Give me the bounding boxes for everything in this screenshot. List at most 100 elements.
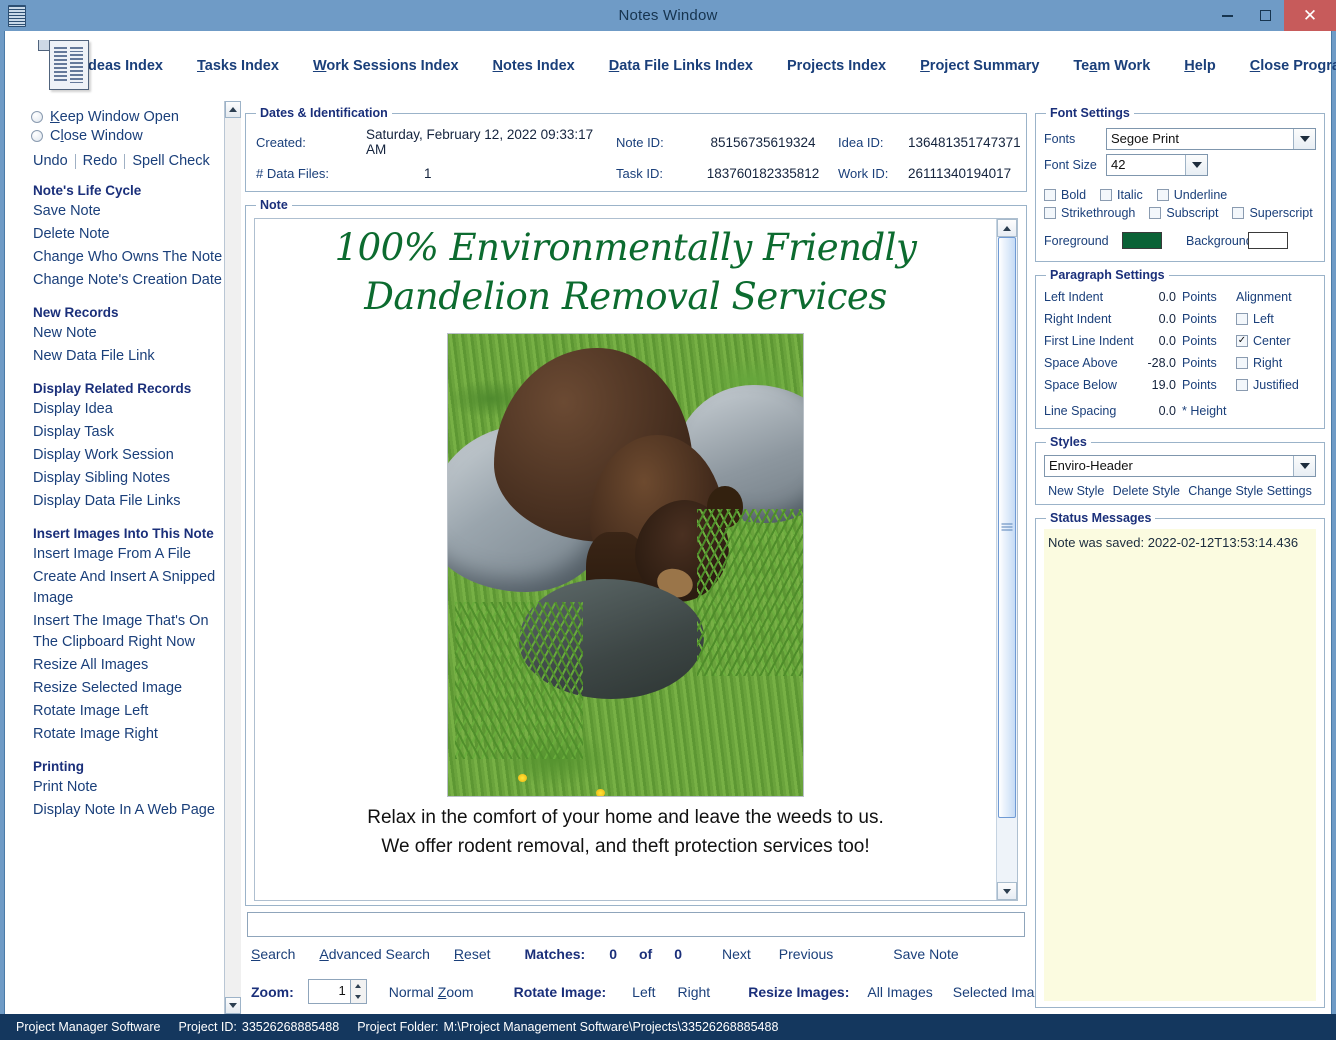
scroll-up-icon[interactable] (225, 101, 241, 118)
background-color-swatch[interactable] (1248, 232, 1288, 249)
zoom-value[interactable]: 1 (307, 979, 351, 1004)
sidebar-item-insert-image-from-file[interactable]: Insert Image From A File (33, 544, 229, 565)
new-style-button[interactable]: New Style (1048, 484, 1104, 498)
checkbox-align-left[interactable]: Left (1236, 308, 1316, 330)
sidebar-item-print-note[interactable]: Print Note (33, 777, 229, 798)
styles-combobox[interactable]: Enviro-Header (1044, 455, 1316, 477)
row-value: -28.0 (1147, 356, 1177, 370)
sidebar-item-resize-selected-image[interactable]: Resize Selected Image (33, 678, 229, 699)
note-scrollbar[interactable] (996, 219, 1017, 900)
scroll-up-icon[interactable] (997, 219, 1017, 237)
zoom-spinner-up-icon[interactable] (351, 980, 366, 992)
scrollbar-track[interactable] (997, 237, 1017, 882)
menu-help[interactable]: Help (1184, 58, 1215, 74)
sidebar-item-insert-clipboard-image[interactable]: Insert The Image That's On The Clipboard… (33, 611, 229, 653)
sidebar-item-delete-note[interactable]: Delete Note (33, 224, 229, 245)
checkbox-subscript[interactable]: Subscript (1149, 206, 1218, 220)
data-files-value: 1 (424, 166, 432, 181)
sidebar-item-save-note[interactable]: Save Note (33, 201, 229, 222)
menu-projects-index[interactable]: Projects Index (787, 58, 886, 74)
panel-legend: Styles (1050, 435, 1087, 449)
resize-all-images-button[interactable]: All Images (867, 984, 932, 1000)
delete-style-button[interactable]: Delete Style (1113, 484, 1180, 498)
menu-project-summary[interactable]: Project Summary (920, 58, 1039, 74)
checkbox-italic[interactable]: Italic (1100, 188, 1143, 202)
sidebar-item-resize-all-images[interactable]: Resize All Images (33, 655, 229, 676)
redo-link[interactable]: Redo (76, 153, 125, 169)
sidebar-item-display-work-session[interactable]: Display Work Session (33, 445, 229, 466)
chevron-down-icon[interactable] (1293, 456, 1315, 476)
font-size-combobox[interactable]: 42 (1106, 154, 1208, 176)
menu-tasks-index[interactable]: Tasks Index (197, 58, 279, 74)
sidebar-item-new-data-file-link[interactable]: New Data File Link (33, 346, 229, 367)
reset-button[interactable]: Reset (454, 946, 491, 962)
sidebar-item-display-data-file-links[interactable]: Display Data File Links (33, 491, 229, 512)
sidebar-item-rotate-image-right[interactable]: Rotate Image Right (33, 724, 229, 745)
radio-close-window[interactable]: Close Window (31, 128, 241, 144)
radio-keep-window-open[interactable]: Keep Window Open (31, 109, 241, 125)
scroll-down-icon[interactable] (225, 997, 241, 1014)
next-button[interactable]: Next (722, 946, 751, 962)
checkbox-align-right[interactable]: Right (1236, 352, 1316, 374)
rotate-right-button[interactable]: Right (678, 984, 711, 1000)
row-unit: * Height (1182, 404, 1227, 418)
note-image-bear-photo[interactable] (447, 332, 804, 797)
checkbox-underline[interactable]: Underline (1156, 188, 1227, 202)
of-label: of (638, 946, 653, 962)
menu-bar: IIdeas Indexdeas Index Tasks Index Work … (5, 31, 1336, 101)
sidebar-item-display-note-web-page[interactable]: Display Note In A Web Page (33, 800, 229, 821)
sidebar-item-insert-snipped-image[interactable]: Create And Insert A Snipped Image (33, 567, 229, 609)
note-content[interactable]: 100% Environmentally Friendly Dandelion … (255, 219, 996, 900)
row-label: First Line Indent (1044, 334, 1134, 348)
foreground-color-swatch[interactable] (1122, 232, 1162, 249)
menu-ideas-index[interactable]: IIdeas Indexdeas Index (84, 58, 163, 74)
row-unit: Points (1182, 312, 1217, 326)
checkbox-align-justified[interactable]: Justified (1236, 374, 1316, 396)
note-editor[interactable]: 100% Environmentally Friendly Dandelion … (254, 218, 1018, 901)
sidebar-item-change-owner[interactable]: Change Who Owns The Note (33, 247, 229, 268)
undo-link[interactable]: Undo (33, 153, 75, 169)
advanced-search-button[interactable]: Advanced Search (319, 946, 430, 962)
panel-legend: Font Settings (1050, 106, 1130, 120)
sidebar-item-display-sibling-notes[interactable]: Display Sibling Notes (33, 468, 229, 489)
matches-label: Matches: (524, 946, 586, 962)
font-style-row-2: Strikethrough Subscript Superscript (1044, 206, 1316, 220)
zoom-stepper[interactable]: 1 (307, 979, 367, 1004)
menu-team-work[interactable]: Team Work (1073, 58, 1150, 74)
row-label: Line Spacing (1044, 404, 1117, 418)
previous-button[interactable]: Previous (779, 946, 833, 962)
checkbox-bold[interactable]: Bold (1044, 188, 1086, 202)
row-value: 0.0 (1158, 290, 1176, 304)
change-style-settings-button[interactable]: Change Style Settings (1188, 484, 1312, 498)
scroll-down-icon[interactable] (997, 882, 1017, 900)
rotate-left-button[interactable]: Left (632, 984, 655, 1000)
spell-check-link[interactable]: Spell Check (125, 153, 216, 169)
fonts-combobox[interactable]: Segoe Print (1106, 128, 1316, 150)
sidebar-item-new-note[interactable]: New Note (33, 323, 229, 344)
note-heading-line-1: 100% Environmentally Friendly (334, 226, 917, 269)
search-input[interactable] (247, 912, 1025, 937)
menu-data-file-links-index[interactable]: Data File Links Index (609, 58, 753, 74)
paragraph-grid: Left Indent 0.0 Points Right Indent 0.0 Poin… (1044, 286, 1316, 422)
menu-close-program[interactable]: Close Program (1250, 58, 1336, 74)
zoom-spinner-down-icon[interactable] (351, 992, 366, 1004)
menu-notes-index[interactable]: Notes Index (493, 58, 575, 74)
row-label: Space Above (1044, 356, 1118, 370)
sidebar-scrollbar[interactable] (224, 101, 241, 1014)
save-note-button[interactable]: Save Note (893, 946, 958, 962)
menu-work-sessions-index[interactable]: Work Sessions Index (313, 58, 459, 74)
search-button[interactable]: Search (251, 946, 295, 962)
normal-zoom-button[interactable]: Normal Zoom (389, 984, 474, 1000)
sidebar-item-display-idea[interactable]: Display Idea (33, 399, 229, 420)
checkbox-strikethrough[interactable]: Strikethrough (1044, 206, 1135, 220)
sidebar-item-change-creation-date[interactable]: Change Note's Creation Date (33, 270, 229, 291)
chevron-down-icon[interactable] (1293, 129, 1315, 149)
zoom-spinner[interactable] (350, 979, 367, 1004)
checkbox-superscript[interactable]: Superscript (1232, 206, 1313, 220)
scrollbar-thumb[interactable] (998, 237, 1016, 818)
chevron-down-icon[interactable] (1185, 155, 1207, 175)
sidebar-item-rotate-image-left[interactable]: Rotate Image Left (33, 701, 229, 722)
checkbox-align-center[interactable]: ✓ Center (1236, 330, 1316, 352)
sidebar-item-display-task[interactable]: Display Task (33, 422, 229, 443)
checkbox-icon (1044, 189, 1056, 201)
